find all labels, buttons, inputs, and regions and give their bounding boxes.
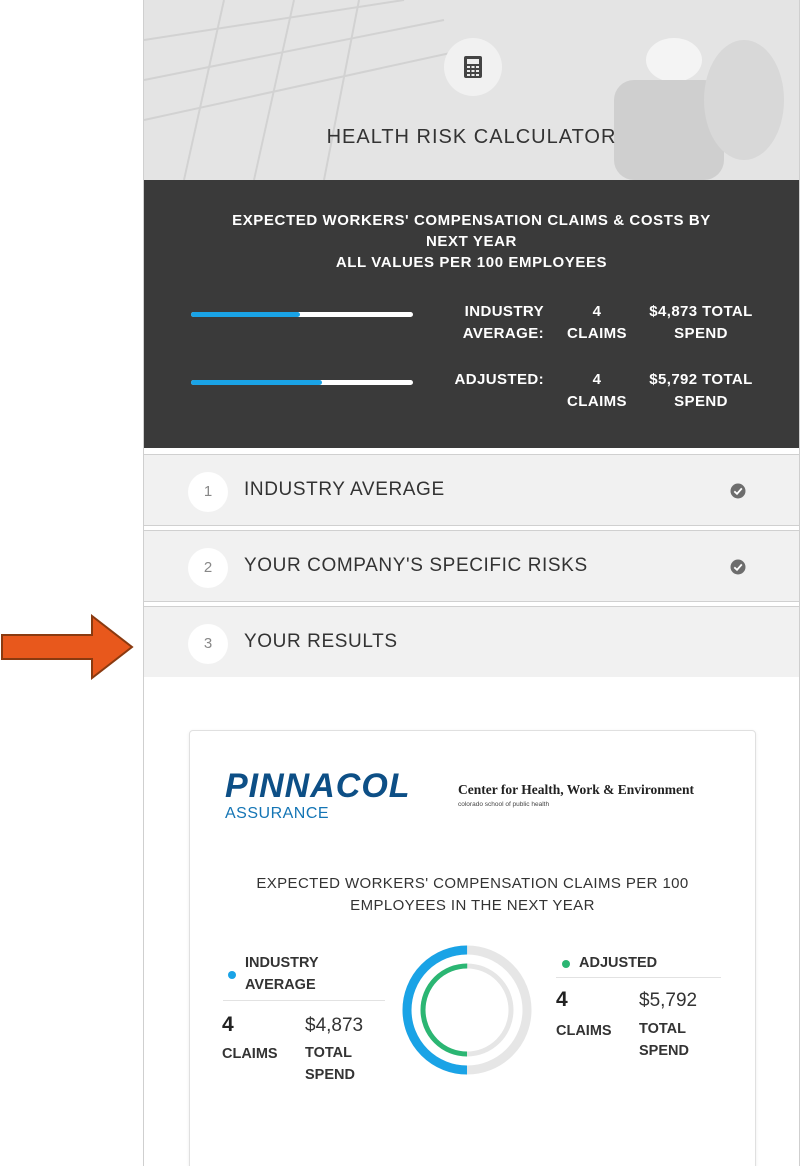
industry-divider [223, 1000, 385, 1001]
industry-progress-bar [191, 312, 413, 317]
check-circle-icon [730, 559, 746, 575]
industry-claims-value: 4 [222, 1013, 234, 1036]
adjusted-divider [556, 977, 721, 978]
summary-title: EXPECTED WORKERS' COMPENSATION CLAIMS & … [184, 210, 759, 273]
adjusted-stat-label: ADJUSTED [579, 955, 658, 971]
summary-row-adjusted: ADJUSTED: 4 CLAIMS $5,792 TOTAL SPEND [144, 369, 799, 418]
industry-spend: $4,873 TOTAL SPEND [641, 301, 761, 345]
adjusted-progress-fill [191, 380, 322, 385]
summary-title-line2: NEXT YEAR [426, 233, 517, 250]
adjusted-spend-value: $5,792 [639, 990, 698, 1011]
adjusted-claims-value: 4 [556, 988, 568, 1011]
partner-logo-sub: colorado school of public health [458, 801, 550, 808]
adjusted-spend: $5,792 TOTAL SPEND [641, 369, 761, 413]
adjusted-claims-count: 4 [592, 371, 602, 388]
adjusted-claims: 4 CLAIMS [562, 369, 632, 413]
step-your-results[interactable]: 3 YOUR RESULTS [144, 606, 799, 677]
industry-label-line2: AVERAGE: [462, 325, 544, 342]
step-label: INDUSTRY AVERAGE [244, 479, 445, 500]
adjusted-spend-label: TOTAL SPEND [639, 1018, 689, 1062]
industry-stat-label-line2: AVERAGE [245, 977, 316, 993]
adjusted-label: ADJUSTED: [434, 369, 544, 391]
adjusted-spend-label-line2: SPEND [639, 1043, 689, 1059]
step-number: 1 [188, 472, 228, 512]
industry-spend-label: TOTAL SPEND [305, 1042, 355, 1086]
summary-title-line1: EXPECTED WORKERS' COMPENSATION CLAIMS & … [232, 212, 711, 229]
industry-legend-dot [228, 971, 236, 979]
pinnacol-logo-sub: ASSURANCE [225, 805, 330, 822]
pointer-arrow-icon [1, 614, 134, 680]
adjusted-claims-word: CLAIMS [567, 393, 627, 410]
calculator-icon [444, 38, 502, 96]
industry-claims: 4 CLAIMS [562, 301, 632, 345]
summary-row-industry: INDUSTRY AVERAGE: 4 CLAIMS $4,873 TOTAL … [144, 301, 799, 350]
industry-label-line1: INDUSTRY [464, 303, 544, 320]
industry-stat-label: INDUSTRY AVERAGE [245, 952, 319, 996]
industry-spend-word: SPEND [674, 325, 728, 342]
step-label: YOUR COMPANY'S SPECIFIC RISKS [244, 555, 588, 576]
industry-claims-label: CLAIMS [222, 1046, 278, 1062]
claims-comparison-rings [402, 945, 532, 1075]
step-number: 2 [188, 548, 228, 588]
step-number: 3 [188, 624, 228, 664]
step-company-risks[interactable]: 2 YOUR COMPANY'S SPECIFIC RISKS [144, 530, 799, 602]
industry-spend-amount: $4,873 TOTAL [649, 303, 753, 320]
step-industry-average[interactable]: 1 INDUSTRY AVERAGE [144, 454, 799, 526]
page-title: HEALTH RISK CALCULATOR [326, 126, 617, 148]
calculator-panel: HEALTH RISK CALCULATOR EXPECTED WORKERS'… [143, 0, 800, 1166]
check-circle-icon [730, 483, 746, 499]
industry-stat-label-line1: INDUSTRY [245, 955, 319, 971]
pinnacol-logo: PINNACOL [225, 767, 411, 805]
adjusted-progress-bar [191, 380, 413, 385]
step-label: YOUR RESULTS [244, 631, 398, 652]
calculator-header: HEALTH RISK CALCULATOR [144, 0, 799, 180]
adjusted-label-line1: ADJUSTED: [454, 371, 544, 388]
industry-label: INDUSTRY AVERAGE: [434, 301, 544, 345]
industry-spend-value: $4,873 [305, 1015, 364, 1036]
partner-logo-name: Center for Health, Work & Environment [458, 782, 694, 797]
summary-title-line3: ALL VALUES PER 100 EMPLOYEES [335, 254, 608, 271]
summary-panel: EXPECTED WORKERS' COMPENSATION CLAIMS & … [144, 180, 799, 448]
adjusted-claims-label: CLAIMS [556, 1023, 612, 1039]
industry-spend-label-line1: TOTAL [305, 1045, 352, 1061]
adjusted-spend-word: SPEND [674, 393, 728, 410]
results-card: PINNACOL ASSURANCE Center for Health, Wo… [189, 730, 756, 1166]
industry-claims-count: 4 [592, 303, 602, 320]
adjusted-spend-label-line1: TOTAL [639, 1021, 686, 1037]
industry-progress-fill [191, 312, 300, 317]
industry-claims-word: CLAIMS [567, 325, 627, 342]
results-title-line2: EMPLOYEES IN THE NEXT YEAR [350, 897, 595, 914]
results-title: EXPECTED WORKERS' COMPENSATION CLAIMS PE… [230, 873, 715, 917]
adjusted-legend-dot [562, 960, 570, 968]
industry-spend-label-line2: SPEND [305, 1067, 355, 1083]
results-title-line1: EXPECTED WORKERS' COMPENSATION CLAIMS PE… [256, 875, 689, 892]
adjusted-spend-amount: $5,792 TOTAL [649, 371, 753, 388]
